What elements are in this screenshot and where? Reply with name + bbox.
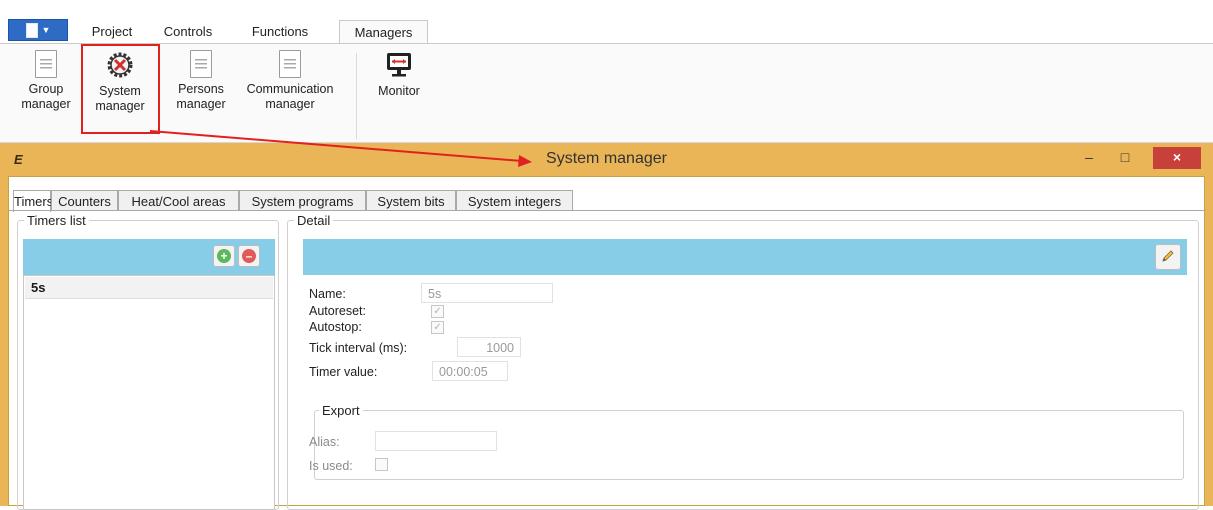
annotation-arrow bbox=[149, 130, 532, 167]
